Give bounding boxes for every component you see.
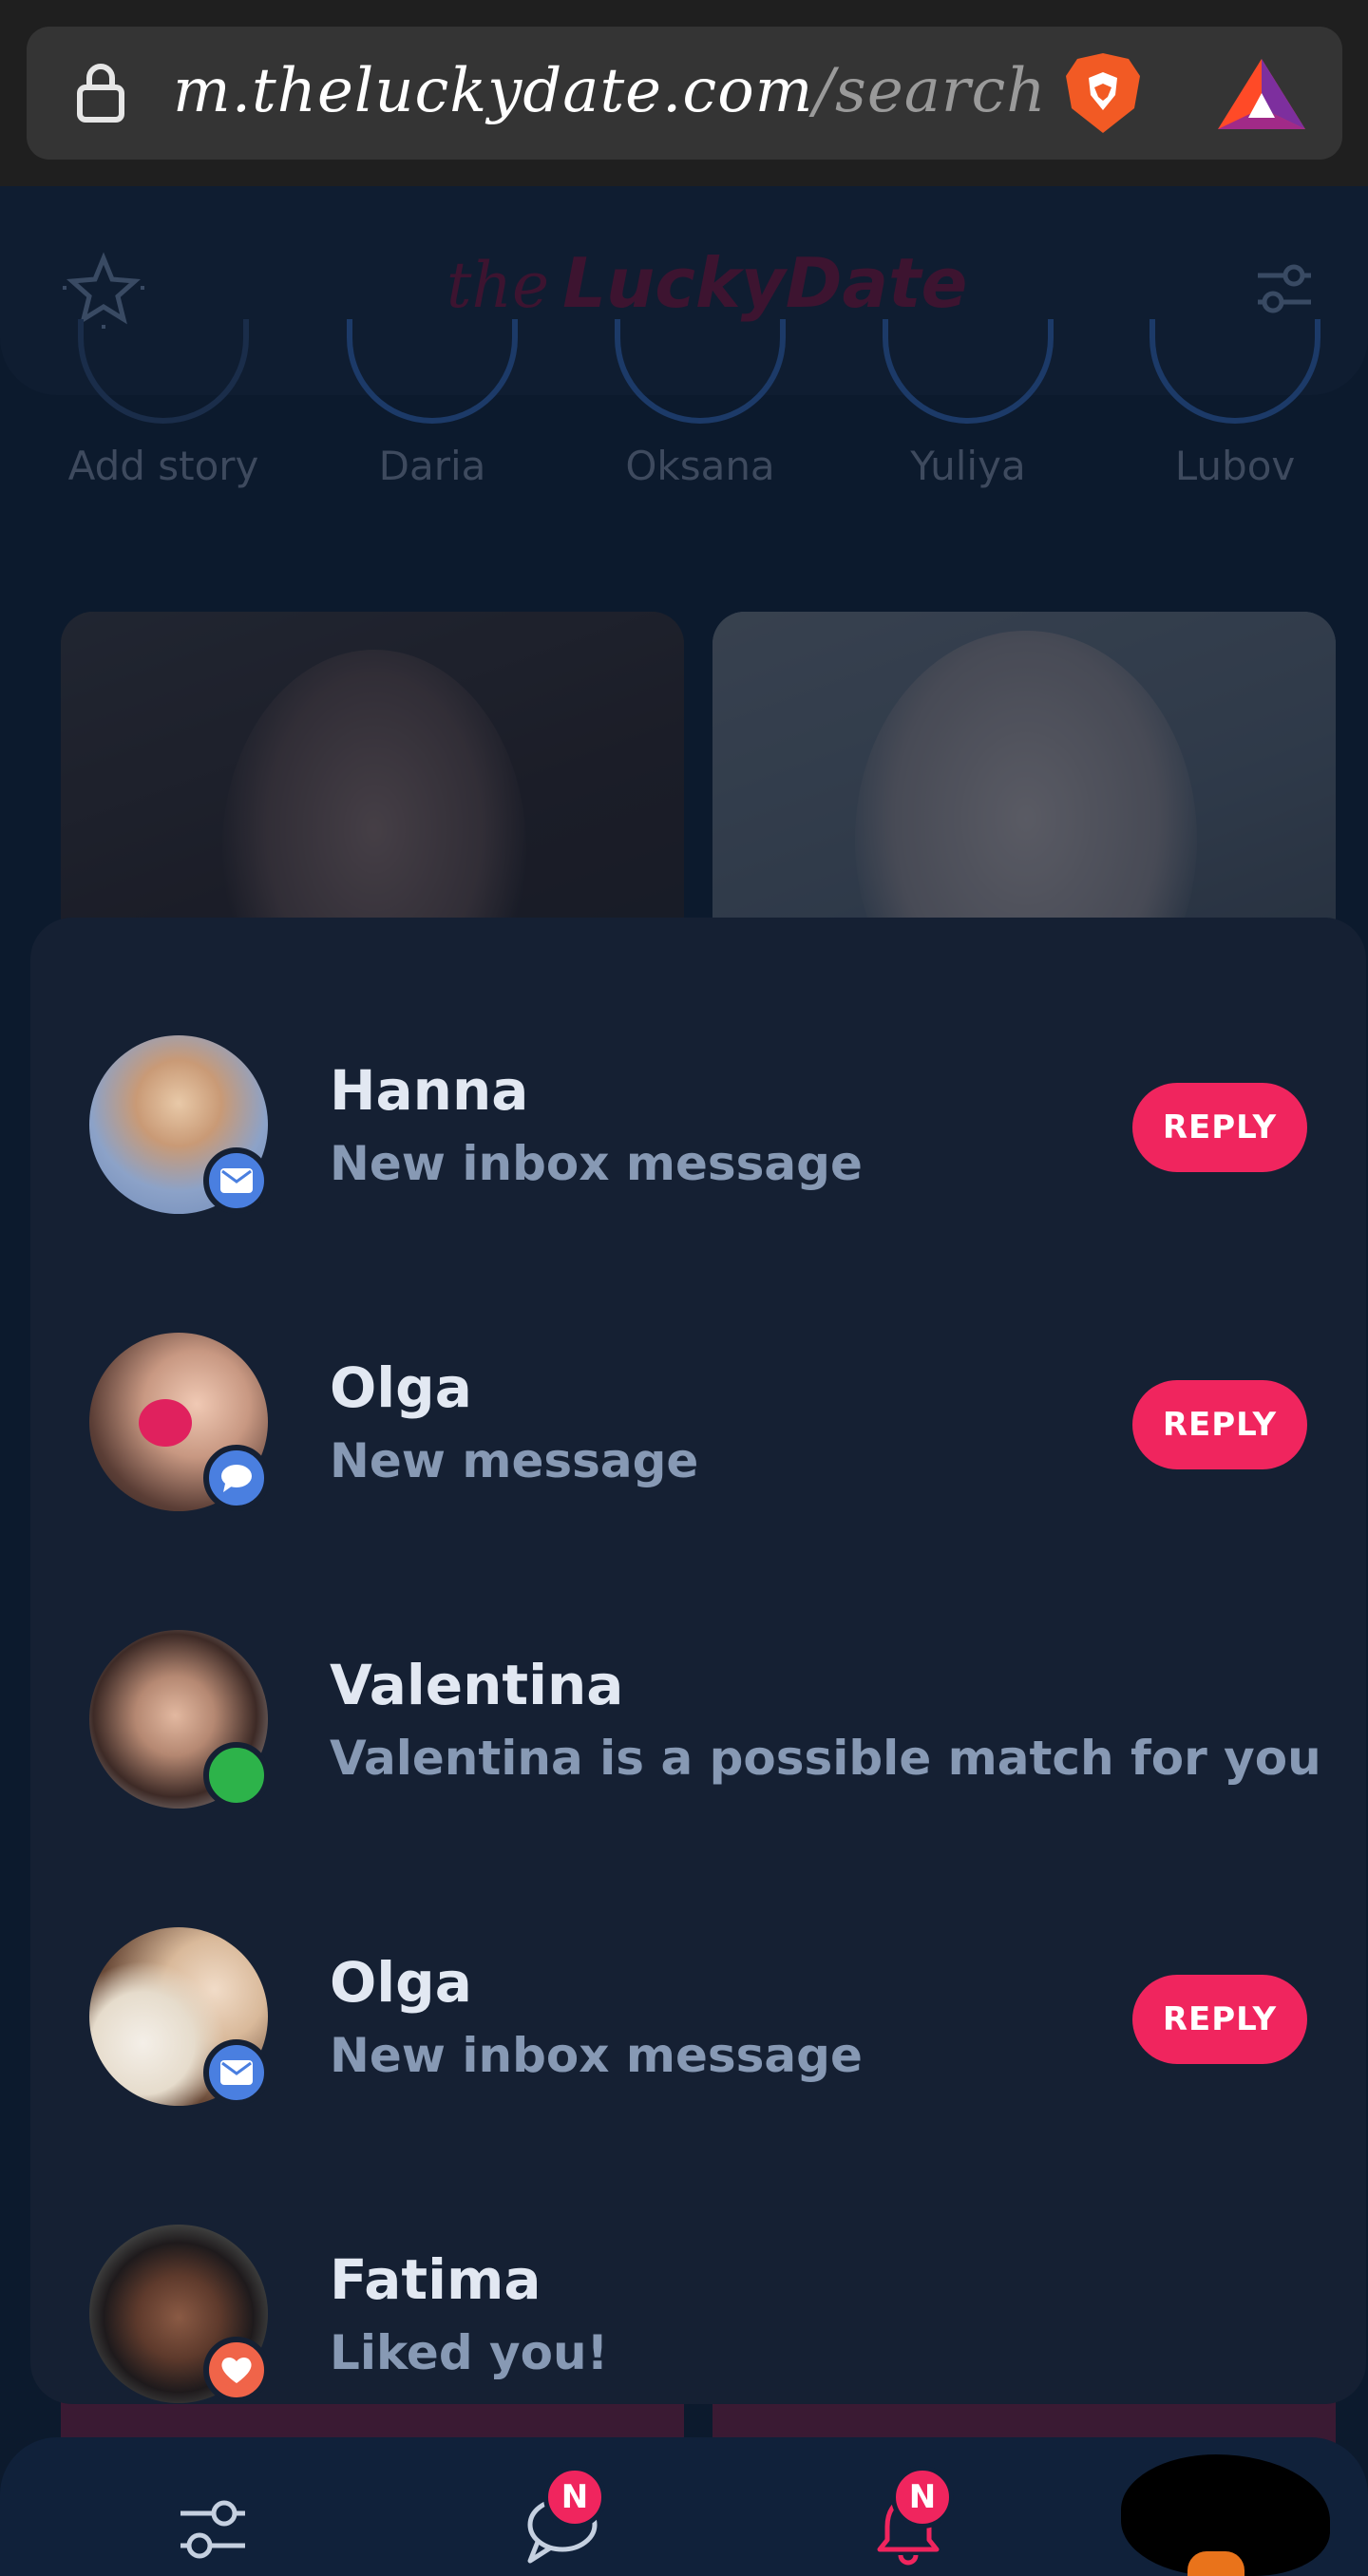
notification-item[interactable]: Olga New inbox message REPLY [30,1916,1366,2106]
notification-text: Liked you! [330,2325,609,2380]
star-icon[interactable] [61,245,146,331]
browser-toolbar: m.theluckydate.com/search [0,0,1368,186]
story-name: Yuliya [910,443,1026,489]
notification-item[interactable]: Valentina Valentina is a possible match … [30,1619,1366,1809]
notifications-panel: Hanna New inbox message REPLY Olga New m… [30,918,1366,2404]
heart-icon [203,2337,270,2403]
notification-name: Olga [330,1355,472,1420]
story-name: Lubov [1174,443,1296,489]
url-text[interactable]: m.theluckydate.com/search [173,53,1047,129]
reply-button[interactable]: REPLY [1132,1380,1307,1469]
lock-icon [77,64,124,123]
bottom-nav: N N [0,2437,1368,2576]
notification-text: New message [330,1433,699,1488]
story-ring [1150,319,1320,424]
notification-item[interactable]: Olga New message REPLY [30,1321,1366,1511]
story-ring [883,319,1054,424]
notification-name: Fatima [330,2247,542,2312]
nav-filters[interactable] [108,2437,298,2576]
story-ring [615,319,786,424]
logo-brand: LuckyDate [562,243,968,323]
story-name: Oksana [625,443,775,489]
filter-icon[interactable] [1254,258,1315,319]
stories-row: Add story Daria Oksana Yuliya Lubov [0,319,1368,500]
story-item[interactable]: Yuliya [845,319,1092,500]
story-item[interactable]: Lubov [1112,319,1358,500]
url-host: m.theluckydate.com [173,56,814,126]
notification-name: Hanna [330,1058,529,1123]
reply-button[interactable]: REPLY [1132,1975,1307,2064]
bat-rewards-icon[interactable] [1214,55,1309,133]
address-bar[interactable]: m.theluckydate.com/search [27,27,1342,160]
story-item[interactable]: Oksana [577,319,824,500]
notification-text: New inbox message [330,1136,863,1191]
messages-badge: N [543,2466,606,2529]
logo-script: the [446,249,550,322]
notification-name: Valentina [330,1653,624,1717]
mail-icon [203,1147,270,1214]
nav-messages[interactable]: N [456,2437,646,2576]
story-ring [347,319,518,424]
avatar-accent [1188,2551,1244,2576]
story-name: Add story [67,443,259,489]
notification-text: New inbox message [330,2028,863,2083]
nav-notifications[interactable]: N [804,2437,994,2576]
notification-item[interactable]: Fatima Liked you! [30,2213,1366,2403]
rose-shape [139,1399,192,1447]
chat-icon [203,1445,270,1511]
reply-button[interactable]: REPLY [1132,1083,1307,1172]
online-dot [203,1742,270,1809]
story-item[interactable]: Daria [309,319,556,500]
filter-icon [180,2500,245,2559]
notifications-badge: N [891,2466,954,2529]
url-path: /search [813,56,1047,126]
story-name: Daria [378,443,486,489]
story-add[interactable]: Add story [40,319,287,500]
mail-icon [203,2039,270,2106]
notification-item[interactable]: Hanna New inbox message REPLY [30,1024,1366,1214]
notification-text: Valentina is a possible match for you [330,1731,1321,1786]
brave-shield-icon[interactable] [1060,49,1146,137]
notification-name: Olga [330,1950,472,2015]
story-ring [78,319,249,424]
